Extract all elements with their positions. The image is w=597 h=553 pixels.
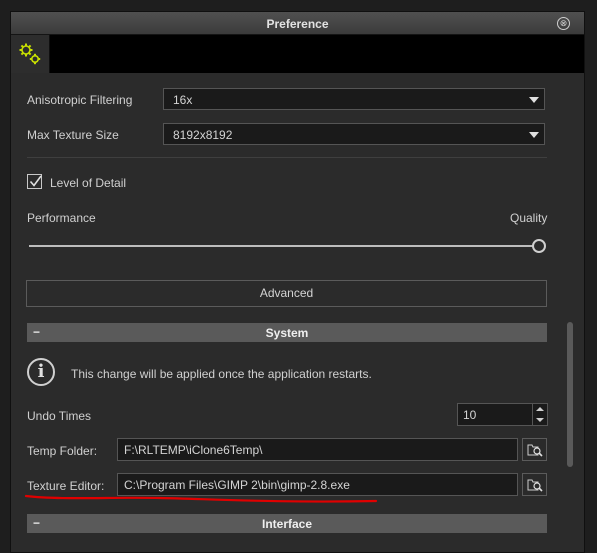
quality-label: Quality bbox=[510, 211, 548, 225]
chevron-down-icon bbox=[529, 97, 539, 103]
interface-section-header[interactable]: − Interface bbox=[27, 514, 547, 533]
temp-folder-value: F:\RLTEMP\iClone6Temp\ bbox=[124, 443, 263, 457]
temp-folder-field[interactable]: F:\RLTEMP\iClone6Temp\ bbox=[117, 438, 518, 461]
spin-up-icon[interactable] bbox=[536, 407, 544, 411]
texture-editor-field[interactable]: C:\Program Files\GIMP 2\bin\gimp-2.8.exe bbox=[117, 473, 518, 496]
interface-section-title: Interface bbox=[261, 517, 313, 531]
level-of-detail-checkbox[interactable] bbox=[27, 174, 42, 189]
checkmark-icon bbox=[29, 175, 42, 187]
anisotropic-filtering-dropdown[interactable]: 16x bbox=[163, 88, 545, 110]
level-of-detail-label: Level of Detail bbox=[50, 176, 127, 190]
spin-down-icon[interactable] bbox=[536, 418, 544, 422]
system-section-title: System bbox=[265, 326, 309, 340]
detail-slider-handle[interactable] bbox=[532, 239, 546, 253]
gears-icon bbox=[19, 43, 41, 65]
undo-times-value: 10 bbox=[463, 408, 477, 422]
tab-general-settings[interactable] bbox=[11, 35, 50, 73]
close-icon[interactable]: ⊗ bbox=[557, 17, 570, 30]
max-texture-size-value: 8192x8192 bbox=[173, 128, 233, 142]
advanced-button[interactable]: Advanced bbox=[26, 280, 547, 307]
title-bar[interactable]: Preference ⊗ bbox=[11, 12, 584, 35]
chevron-down-icon bbox=[529, 132, 539, 138]
preference-window: Preference ⊗ Anisotropic Filtering 16x M… bbox=[10, 11, 585, 553]
detail-slider-track[interactable] bbox=[29, 245, 537, 247]
folder-search-icon bbox=[527, 444, 543, 457]
undo-times-label: Undo Times bbox=[27, 409, 92, 423]
anisotropic-filtering-label: Anisotropic Filtering bbox=[27, 93, 133, 107]
temp-folder-browse-button[interactable] bbox=[522, 438, 547, 461]
max-texture-size-dropdown[interactable]: 8192x8192 bbox=[163, 123, 545, 145]
anisotropic-filtering-value: 16x bbox=[173, 93, 193, 107]
undo-times-spinbox[interactable]: 10 bbox=[457, 403, 548, 426]
system-section-header[interactable]: − System bbox=[27, 323, 547, 342]
vertical-scrollbar[interactable] bbox=[567, 322, 573, 467]
restart-notice: This change will be applied once the app… bbox=[71, 367, 372, 381]
performance-label: Performance bbox=[27, 211, 96, 225]
tab-bar bbox=[11, 35, 584, 73]
info-icon: i bbox=[27, 358, 55, 386]
max-texture-size-label: Max Texture Size bbox=[27, 128, 119, 142]
window-title: Preference bbox=[266, 17, 329, 31]
folder-search-icon bbox=[527, 479, 543, 492]
divider bbox=[27, 157, 547, 158]
temp-folder-label: Temp Folder: bbox=[27, 444, 98, 458]
spin-buttons bbox=[532, 404, 547, 425]
texture-editor-value: C:\Program Files\GIMP 2\bin\gimp-2.8.exe bbox=[124, 478, 350, 492]
texture-editor-label: Texture Editor: bbox=[27, 479, 105, 493]
texture-editor-browse-button[interactable] bbox=[522, 473, 547, 496]
